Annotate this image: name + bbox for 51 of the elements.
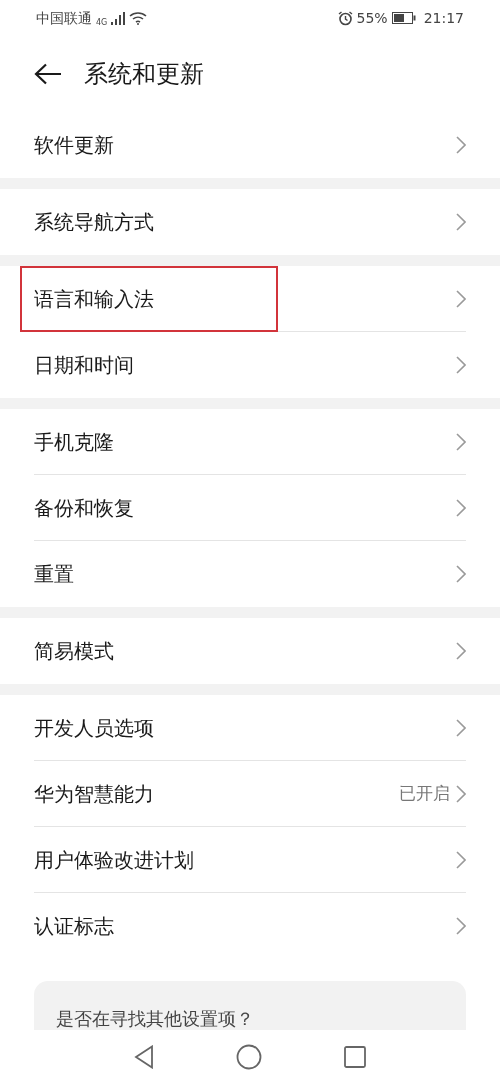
item-label: 用户体验改进计划 bbox=[34, 847, 194, 874]
back-nav-icon[interactable] bbox=[134, 1044, 154, 1069]
settings-item[interactable]: 日期和时间 bbox=[0, 332, 500, 398]
chevron-icon bbox=[456, 785, 466, 803]
signal-icon bbox=[111, 11, 126, 25]
item-label: 简易模式 bbox=[34, 638, 114, 665]
battery-icon bbox=[391, 12, 416, 24]
item-label: 手机克隆 bbox=[34, 429, 114, 456]
item-label: 开发人员选项 bbox=[34, 715, 154, 742]
settings-item[interactable]: 简易模式 bbox=[0, 618, 500, 684]
settings-item[interactable]: 认证标志 bbox=[0, 893, 500, 959]
carrier-name: 中国联通 bbox=[36, 8, 92, 28]
suggestion-title: 是否在寻找其他设置项？ bbox=[56, 1007, 255, 1030]
item-label: 系统导航方式 bbox=[34, 209, 154, 236]
settings-item[interactable]: 手机克隆 bbox=[0, 409, 500, 475]
settings-item[interactable]: 系统导航方式 bbox=[0, 189, 500, 255]
settings-item[interactable]: 重置 bbox=[0, 541, 500, 607]
settings-item[interactable]: 开发人员选项 bbox=[0, 695, 500, 761]
alarm-icon bbox=[337, 10, 353, 26]
settings-item[interactable]: 备份和恢复 bbox=[0, 475, 500, 541]
item-label: 备份和恢复 bbox=[34, 495, 134, 522]
chevron-icon bbox=[456, 917, 466, 935]
page-title: 系统和更新 bbox=[84, 59, 204, 90]
settings-item[interactable]: 软件更新 bbox=[0, 112, 500, 178]
chevron-icon bbox=[456, 136, 466, 154]
chevron-icon bbox=[456, 642, 466, 660]
chevron-icon bbox=[456, 851, 466, 869]
chevron-icon bbox=[456, 356, 466, 374]
recents-nav-icon[interactable] bbox=[344, 1045, 366, 1068]
item-label: 日期和时间 bbox=[34, 352, 134, 379]
chevron-icon bbox=[456, 565, 466, 583]
item-label: 认证标志 bbox=[34, 913, 114, 940]
chevron-icon bbox=[456, 433, 466, 451]
battery-percent: 55% bbox=[356, 8, 388, 28]
settings-item[interactable]: 华为智慧能力 已开启 bbox=[0, 761, 500, 827]
item-label: 华为智慧能力 bbox=[34, 781, 154, 808]
status-time: 21:17 bbox=[423, 8, 464, 28]
item-label: 重置 bbox=[34, 561, 74, 588]
item-label: 语言和输入法 bbox=[34, 286, 154, 313]
settings-item[interactable]: 用户体验改进计划 bbox=[0, 827, 500, 893]
chevron-icon bbox=[456, 719, 466, 737]
home-nav-icon[interactable] bbox=[236, 1043, 262, 1070]
back-icon[interactable] bbox=[34, 63, 62, 85]
chevron-icon bbox=[456, 213, 466, 231]
chevron-icon bbox=[456, 290, 466, 308]
item-label: 软件更新 bbox=[34, 132, 114, 159]
wifi-icon bbox=[129, 11, 148, 25]
network-type: 4G bbox=[96, 17, 108, 29]
settings-item[interactable]: 语言和输入法 bbox=[0, 266, 500, 332]
status-value: 已开启 bbox=[399, 782, 450, 806]
chevron-icon bbox=[456, 499, 466, 517]
